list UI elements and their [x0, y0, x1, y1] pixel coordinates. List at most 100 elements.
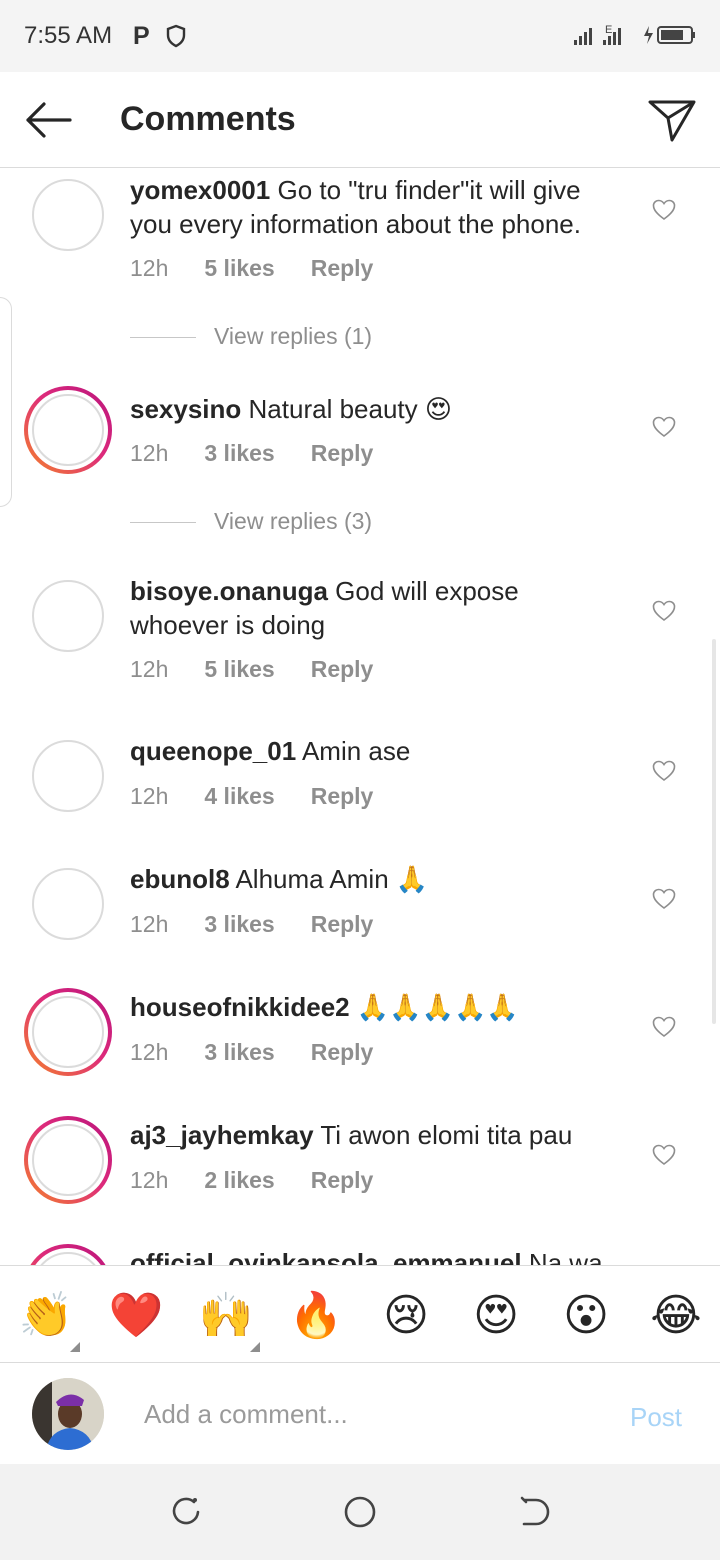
comment-username[interactable]: queenope_01 — [130, 736, 296, 766]
reply-button[interactable]: Reply — [311, 1039, 374, 1066]
red-heart-emoji-button[interactable]: ❤️ — [108, 1288, 164, 1344]
comment-input[interactable] — [144, 1392, 584, 1436]
comment-time: 12h — [130, 255, 169, 281]
comment-username[interactable]: ebunol8 — [130, 864, 230, 894]
comment-meta: 12h 5 likes Reply — [130, 255, 409, 282]
status-bar: 7:55 AM P E — [0, 0, 720, 72]
crying-face-emoji-button[interactable]: 😢 — [378, 1288, 434, 1344]
reply-button[interactable]: Reply — [311, 1167, 374, 1194]
skin-tone-indicator-icon — [250, 1342, 260, 1352]
reply-button[interactable]: Reply — [311, 440, 374, 467]
avatar-story-ring[interactable] — [24, 386, 112, 474]
heart-icon[interactable] — [652, 1016, 676, 1038]
heart-icon[interactable] — [652, 199, 676, 221]
comment-text: yomex0001 Go to "tru finder"it will give… — [130, 173, 620, 241]
comment-username[interactable]: bisoye.onanuga — [130, 576, 328, 606]
home-icon[interactable] — [342, 1494, 378, 1530]
avatar — [32, 1124, 104, 1196]
comment-likes[interactable]: 3 likes — [204, 911, 274, 938]
comment-text: official_oyinkansola_emmanuel Na wa — [130, 1246, 690, 1265]
avatar-story-ring[interactable] — [24, 988, 112, 1076]
view-replies-link[interactable]: View replies (1) — [130, 323, 372, 350]
heart-icon[interactable] — [652, 760, 676, 782]
current-user-avatar — [32, 1378, 104, 1450]
comment-body: Alhuma Amin 🙏 — [235, 864, 429, 894]
back-arrow-icon[interactable] — [20, 96, 76, 144]
skin-tone-indicator-icon — [70, 1342, 80, 1352]
comment-meta: 12h 3 likes Reply — [130, 1039, 409, 1066]
comment-time: 12h — [130, 1167, 169, 1193]
comment-text: queenope_01 Amin ase — [130, 734, 620, 768]
comment-meta: 12h 3 likes Reply — [130, 440, 409, 467]
comment-text: sexysino Natural beauty 😍 — [130, 392, 620, 426]
avatar — [32, 394, 104, 466]
comment-username[interactable]: official_oyinkansola_emmanuel — [130, 1248, 522, 1265]
comment-text: aj3_jayhemkay Ti awon elomi tita pau — [130, 1118, 620, 1152]
avatar[interactable] — [32, 740, 104, 812]
page-title: Comments — [120, 100, 296, 138]
fire-emoji-button[interactable]: 🔥 — [288, 1288, 344, 1344]
surprised-face-emoji-button[interactable]: 😮 — [558, 1288, 614, 1344]
comment-time: 12h — [130, 783, 169, 809]
avatar-story-ring[interactable] — [24, 1116, 112, 1204]
heart-icon[interactable] — [652, 416, 676, 438]
reply-button[interactable]: Reply — [311, 656, 374, 683]
network-type: E — [605, 24, 612, 36]
heart-icon[interactable] — [652, 888, 676, 910]
comment-likes[interactable]: 3 likes — [204, 1039, 274, 1066]
comment-likes[interactable]: 5 likes — [204, 255, 274, 282]
comment-meta: 12h 2 likes Reply — [130, 1167, 409, 1194]
edge-panel-handle[interactable] — [0, 297, 12, 507]
reply-button[interactable]: Reply — [311, 255, 374, 282]
divider-line — [130, 522, 196, 524]
recent-apps-icon[interactable] — [168, 1494, 204, 1530]
comment-body: Natural beauty 😍 — [248, 394, 452, 424]
heart-icon[interactable] — [652, 600, 676, 622]
p-app-icon: P — [133, 22, 150, 50]
status-time: 7:55 AM — [24, 22, 113, 49]
comment-meta: 12h 5 likes Reply — [130, 656, 409, 683]
comment-body: Ti awon elomi tita pau — [320, 1120, 573, 1150]
comment-composer: Post — [0, 1364, 720, 1464]
avatar-story-ring[interactable] — [24, 1244, 112, 1265]
header: Comments — [0, 72, 720, 168]
system-navigation-bar — [0, 1464, 720, 1560]
comment-meta: 12h 3 likes Reply — [130, 911, 409, 938]
view-replies-link[interactable]: View replies (3) — [130, 508, 372, 535]
comment-text: houseofnikkidee2 🙏🙏🙏🙏🙏 — [130, 990, 620, 1024]
tears-of-joy-emoji-button[interactable]: 😂 — [648, 1288, 704, 1344]
reply-button[interactable]: Reply — [311, 911, 374, 938]
avatar[interactable] — [32, 580, 104, 652]
comment-body: Na wa — [528, 1248, 603, 1265]
comment-likes[interactable]: 5 likes — [204, 656, 274, 683]
back-nav-icon[interactable] — [516, 1494, 552, 1530]
post-button[interactable]: Post — [630, 1402, 682, 1433]
direct-message-icon[interactable] — [646, 96, 698, 144]
comment-time: 12h — [130, 440, 169, 466]
heart-icon[interactable] — [652, 1144, 676, 1166]
divider-line — [130, 337, 196, 339]
avatar[interactable] — [32, 868, 104, 940]
comment-username[interactable]: yomex0001 — [130, 175, 270, 205]
heart-eyes-emoji-button[interactable]: 😍 — [468, 1288, 524, 1344]
scrollbar[interactable] — [712, 639, 716, 1024]
comment-username[interactable]: aj3_jayhemkay — [130, 1120, 314, 1150]
comment-time: 12h — [130, 1039, 169, 1065]
comment-likes[interactable]: 3 likes — [204, 440, 274, 467]
comment-body: 🙏🙏🙏🙏🙏 — [356, 992, 519, 1022]
reply-button[interactable]: Reply — [311, 783, 374, 810]
comment-meta: 12h 4 likes Reply — [130, 783, 409, 810]
clapping-hands-emoji-button[interactable]: 👏 — [18, 1288, 74, 1344]
comment-username[interactable]: houseofnikkidee2 — [130, 992, 350, 1022]
comments-list[interactable]: yomex0001 Go to "tru finder"it will give… — [0, 169, 720, 1265]
comment-text: ebunol8 Alhuma Amin 🙏 — [130, 862, 620, 896]
comment-likes[interactable]: 2 likes — [204, 1167, 274, 1194]
signal-icon: E — [574, 24, 621, 45]
raising-hands-emoji-button[interactable]: 🙌 — [198, 1288, 254, 1344]
comment-time: 12h — [130, 911, 169, 937]
comment-body: Amin ase — [301, 736, 411, 766]
avatar[interactable] — [32, 179, 104, 251]
comment-likes[interactable]: 4 likes — [204, 783, 274, 810]
view-replies-label: View replies (3) — [214, 508, 373, 534]
comment-username[interactable]: sexysino — [130, 394, 241, 424]
